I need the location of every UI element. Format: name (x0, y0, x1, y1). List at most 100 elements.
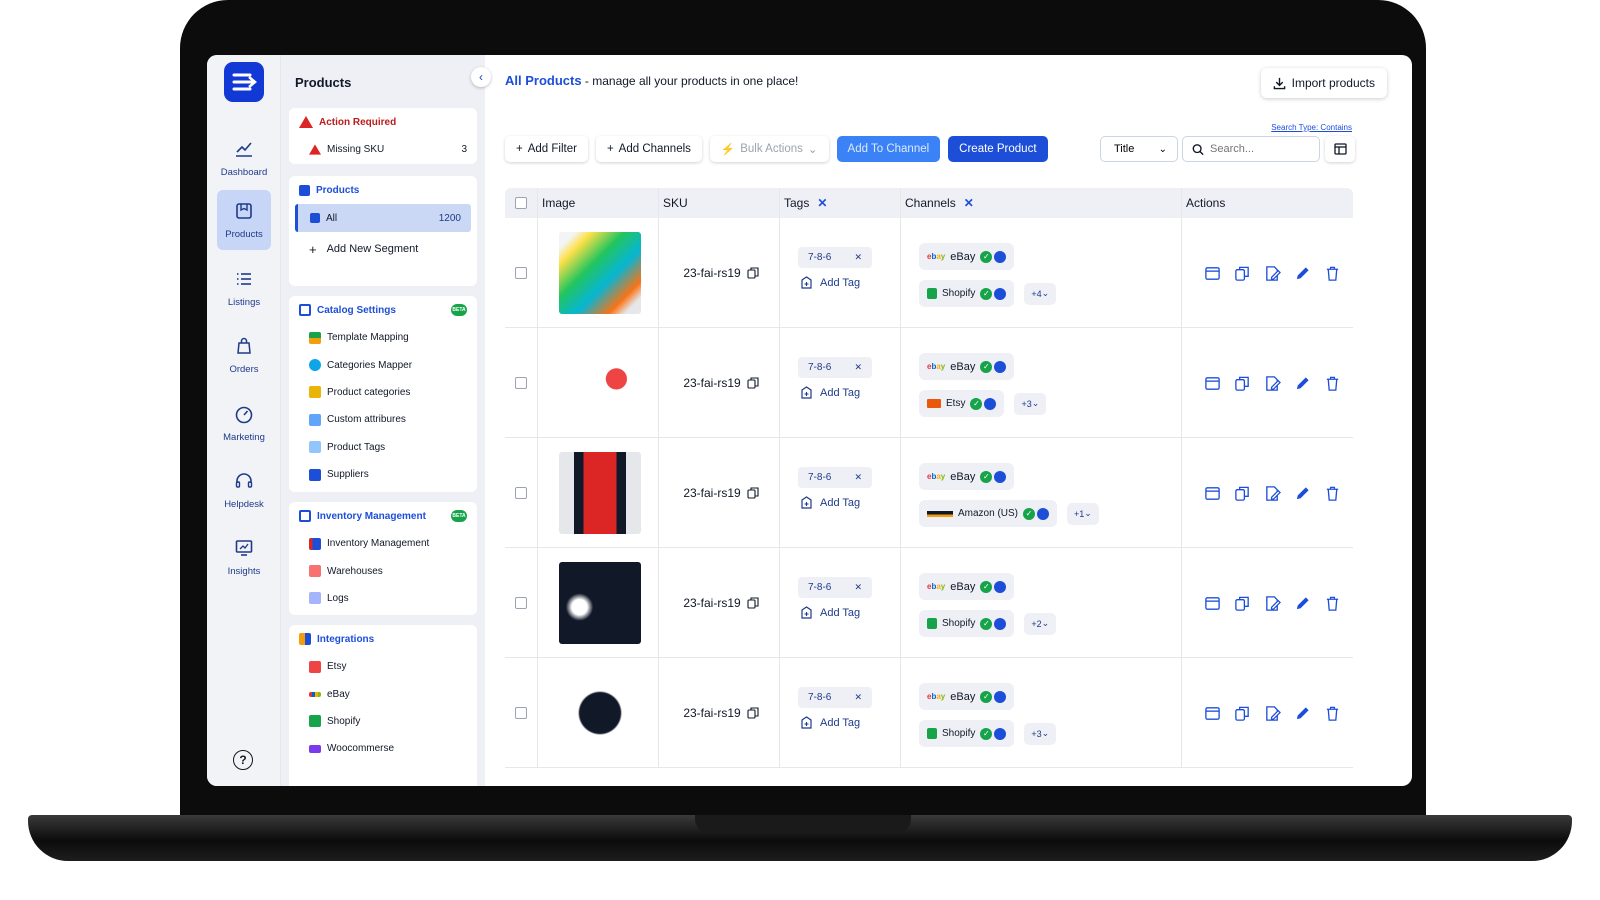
delete-button[interactable] (1322, 263, 1342, 283)
sidebar-item-inventory-management[interactable]: Inventory Management (289, 530, 477, 557)
rail-item-listings[interactable]: Listings (217, 258, 271, 318)
channel-chip[interactable]: ebay eBay ✓ (919, 353, 1015, 380)
edit-button[interactable] (1292, 593, 1312, 613)
copy-icon[interactable] (747, 707, 759, 719)
row-checkbox[interactable] (515, 597, 527, 609)
rail-item-orders[interactable]: Orders (217, 325, 271, 385)
columns-layout-button[interactable] (1325, 136, 1355, 162)
add-to-channel-button[interactable]: Add To Channel (836, 136, 941, 162)
copy-icon[interactable] (747, 487, 759, 499)
sidebar-item-ebay[interactable]: eBay (289, 680, 477, 707)
copy-icon[interactable] (747, 267, 759, 279)
product-image[interactable] (559, 232, 641, 314)
row-checkbox[interactable] (515, 487, 527, 499)
more-channels-button[interactable]: +1 ⌄ (1067, 502, 1099, 525)
copy-icon[interactable] (747, 377, 759, 389)
view-button[interactable] (1202, 703, 1222, 723)
product-image[interactable] (559, 562, 641, 644)
add-filter-button[interactable]: + Add Filter (505, 136, 588, 162)
sidebar-item-template-mapping[interactable]: Template Mapping (289, 324, 477, 351)
channel-chip[interactable]: Etsy ✓ (919, 390, 1005, 417)
add-tag-button[interactable]: Add Tag (798, 386, 900, 399)
sidebar-item-product-tags[interactable]: Product Tags (289, 434, 477, 461)
channel-chip[interactable]: Shopify ✓ (919, 610, 1015, 637)
delete-button[interactable] (1322, 373, 1342, 393)
channel-chip[interactable]: ebay eBay ✓ (919, 573, 1015, 600)
delete-button[interactable] (1322, 593, 1342, 613)
import-products-button[interactable]: Import products (1260, 68, 1387, 98)
sidebar-item-warehouses[interactable]: Warehouses (289, 557, 477, 584)
channel-chip[interactable]: ebay eBay ✓ (919, 243, 1015, 270)
add-tag-button[interactable]: Add Tag (798, 606, 900, 619)
add-channels-button[interactable]: + Add Channels (595, 136, 702, 162)
edit-button[interactable] (1292, 373, 1312, 393)
sidebar-item-suppliers[interactable]: Suppliers (289, 461, 477, 488)
product-image[interactable] (559, 452, 641, 534)
more-channels-button[interactable]: +4 ⌄ (1024, 282, 1057, 305)
expand-icon[interactable]: ✕ (964, 196, 974, 210)
help-icon[interactable]: ? (233, 750, 253, 770)
duplicate-button[interactable] (1232, 703, 1252, 723)
app-logo[interactable] (224, 62, 264, 102)
close-icon[interactable]: ✕ (854, 472, 862, 483)
duplicate-button[interactable] (1232, 263, 1252, 283)
row-checkbox[interactable] (515, 267, 527, 279)
more-channels-button[interactable]: +2 ⌄ (1024, 612, 1057, 635)
delete-button[interactable] (1322, 703, 1342, 723)
channel-chip[interactable]: ebay eBay ✓ (919, 683, 1015, 710)
duplicate-button[interactable] (1232, 593, 1252, 613)
product-image[interactable] (559, 342, 641, 424)
duplicate-button[interactable] (1232, 483, 1252, 503)
close-icon[interactable]: ✕ (854, 582, 862, 593)
row-checkbox[interactable] (515, 707, 527, 719)
channel-chip[interactable]: ebay eBay ✓ (919, 463, 1015, 490)
sidebar-item-product-categories[interactable]: Product categories (289, 379, 477, 406)
view-button[interactable] (1202, 263, 1222, 283)
bulk-actions-button[interactable]: ⚡ Bulk Actions ⌄ (709, 136, 829, 162)
rail-item-marketing[interactable]: Marketing (217, 393, 271, 453)
delete-button[interactable] (1322, 483, 1342, 503)
expand-icon[interactable]: ✕ (817, 196, 827, 210)
rail-item-insights[interactable]: Insights (217, 527, 271, 587)
channel-chip[interactable]: Shopify ✓ (919, 280, 1015, 307)
product-image[interactable] (559, 672, 641, 754)
close-icon[interactable]: ✕ (854, 692, 862, 703)
view-button[interactable] (1202, 593, 1222, 613)
add-tag-button[interactable]: Add Tag (798, 276, 900, 289)
select-all-checkbox[interactable] (515, 197, 527, 209)
row-checkbox[interactable] (515, 377, 527, 389)
sidebar-item-missing-sku[interactable]: Missing SKU 3 (289, 136, 477, 163)
search-box[interactable] (1182, 136, 1320, 162)
channel-chip[interactable]: Shopify ✓ (919, 720, 1015, 747)
sidebar-item-woocommerce[interactable]: Woocommerse (289, 735, 477, 762)
rail-item-dashboard[interactable]: Dashboard (217, 128, 271, 188)
search-type-link[interactable]: Search Type: Contains (1271, 123, 1352, 132)
edit-document-button[interactable] (1262, 593, 1282, 613)
more-channels-button[interactable]: +3 ⌄ (1014, 392, 1047, 415)
add-segment-button[interactable]: + Add New Segment (289, 232, 477, 266)
sidebar-item-categories-mapper[interactable]: Categories Mapper (289, 351, 477, 378)
edit-document-button[interactable] (1262, 483, 1282, 503)
edit-button[interactable] (1292, 263, 1312, 283)
edit-button[interactable] (1292, 483, 1312, 503)
close-icon[interactable]: ✕ (854, 362, 862, 373)
edit-button[interactable] (1292, 703, 1312, 723)
close-icon[interactable]: ✕ (854, 252, 862, 263)
search-field-select[interactable]: Title ⌄ (1100, 136, 1178, 162)
add-tag-button[interactable]: Add Tag (798, 716, 900, 729)
view-button[interactable] (1202, 483, 1222, 503)
edit-document-button[interactable] (1262, 263, 1282, 283)
edit-document-button[interactable] (1262, 373, 1282, 393)
view-button[interactable] (1202, 373, 1222, 393)
copy-icon[interactable] (747, 597, 759, 609)
sidebar-item-shopify[interactable]: Shopify (289, 708, 477, 735)
sidebar-item-etsy[interactable]: Etsy (289, 653, 477, 680)
sidebar-item-custom-attributes[interactable]: Custom attribures (289, 406, 477, 433)
duplicate-button[interactable] (1232, 373, 1252, 393)
channel-chip[interactable]: Amazon (US) ✓ (919, 500, 1058, 527)
search-input[interactable] (1210, 143, 1310, 155)
create-product-button[interactable]: Create Product (948, 136, 1048, 162)
more-channels-button[interactable]: +3 ⌄ (1024, 722, 1057, 745)
rail-item-helpdesk[interactable]: Helpdesk (217, 460, 271, 520)
rail-item-products[interactable]: Products (217, 190, 271, 250)
